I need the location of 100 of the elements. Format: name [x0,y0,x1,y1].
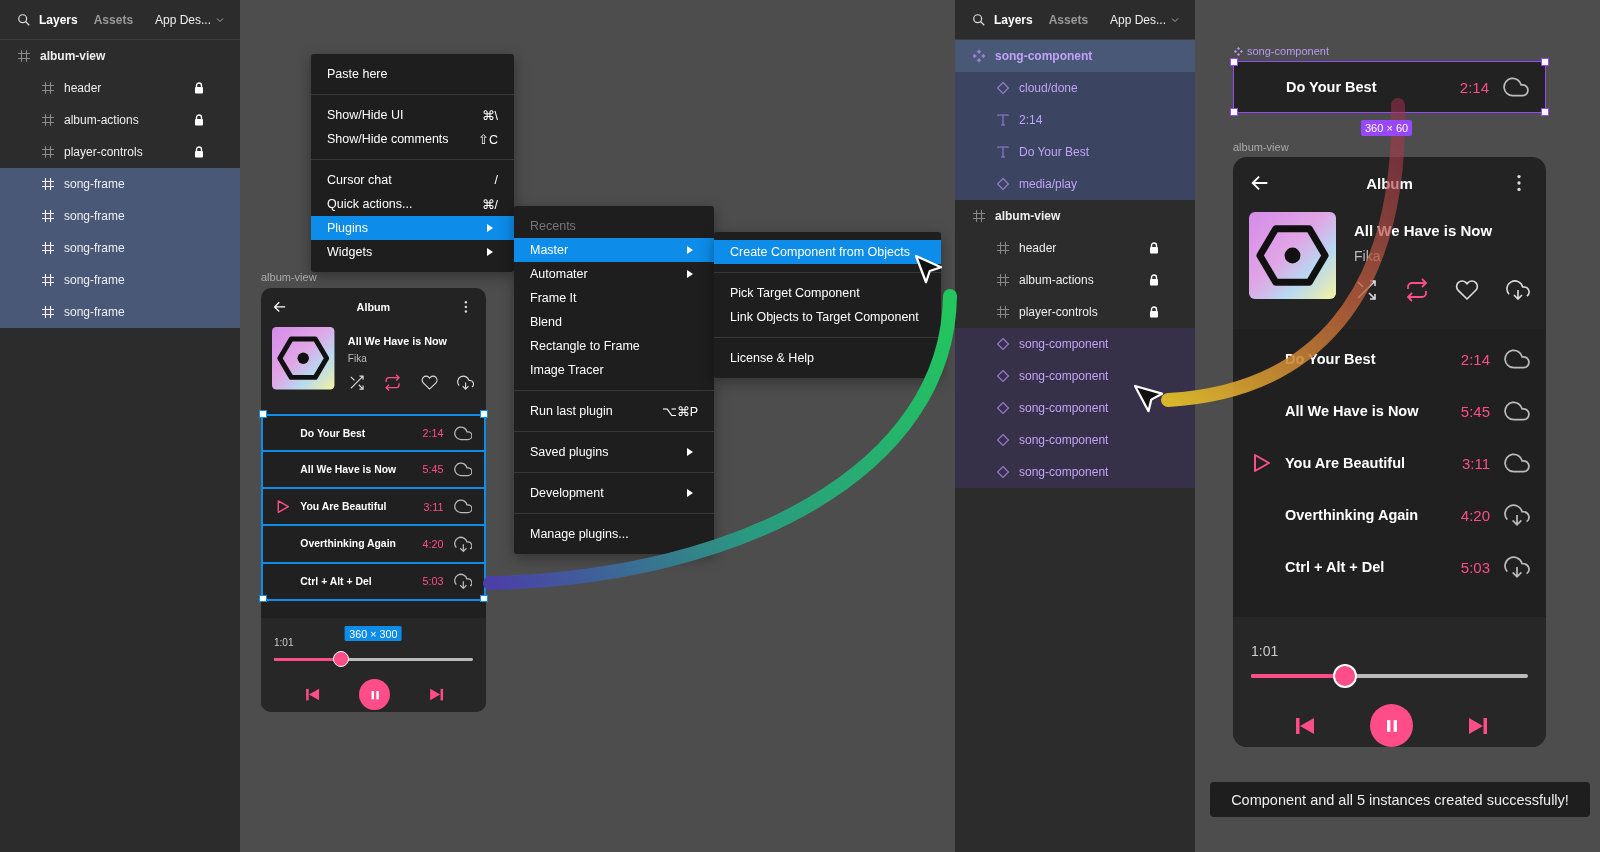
selection-handle[interactable] [1541,58,1549,66]
slider-thumb[interactable] [1333,664,1358,688]
cloud-download-icon[interactable] [1505,278,1530,302]
cloud-download-icon[interactable] [1504,554,1530,580]
layer-row[interactable]: 2:14 [955,104,1195,136]
repeat-icon[interactable] [1404,278,1429,302]
menu-item[interactable]: Frame It [514,286,714,310]
layer-row[interactable]: player-controls [0,136,240,168]
menu-item[interactable]: Create Component from Objects [714,240,941,264]
layer-row[interactable]: song-component [955,392,1195,424]
menu-item[interactable]: Master [514,238,714,262]
menu-item[interactable]: Quick actions... ⌘/ [311,192,514,216]
menu-item[interactable]: Cursor chat / [311,168,514,192]
song-row[interactable]: Ctrl + Alt + Del 5:03 [1233,541,1546,593]
song-row[interactable]: Do Your Best 2:14 [261,414,486,452]
song-row[interactable]: You Are Beautiful 3:11 [261,489,486,527]
seek-slider[interactable] [1251,664,1528,688]
menu-item[interactable]: Image Tracer [514,358,714,382]
selection-handle[interactable] [258,594,267,603]
menu-item[interactable]: Run last plugin ⌥⌘P [514,399,714,423]
search-icon[interactable] [972,12,986,27]
heart-icon[interactable] [1455,278,1480,302]
layer-row[interactable]: album-view [955,200,1195,232]
menu-item[interactable]: Automater [514,262,714,286]
frame-icon [995,304,1011,320]
layer-row[interactable]: song-frame [0,264,240,296]
layer-row[interactable]: Do Your Best [955,136,1195,168]
selection-handle[interactable] [480,594,488,603]
menu-item[interactable]: Manage plugins... [514,522,714,546]
menu-item[interactable]: Widgets [311,240,514,264]
layer-name: song-frame [64,209,125,223]
layer-row[interactable]: header [955,232,1195,264]
layer-name: song-component [1019,465,1109,479]
selection-handle[interactable] [258,410,267,418]
cloud-icon [1504,346,1530,372]
album-cover-drawing [272,327,335,390]
song-row[interactable]: All We Have is Now 5:45 [261,451,486,489]
frame-icon [40,144,56,160]
menu-item[interactable]: Paste here [311,62,514,86]
song-duration: 4:20 [422,538,444,550]
layer-row[interactable]: song-component [955,456,1195,488]
component-icon [971,48,987,64]
layer-name: header [1019,241,1057,255]
menu-item[interactable]: Link Objects to Target Component [714,305,941,329]
layer-row[interactable]: song-component [955,328,1195,360]
chevron-down-icon [216,15,224,24]
pause-button[interactable] [1370,704,1413,747]
size-badge: 360 × 300 [344,626,402,642]
panel-tab[interactable]: Assets [93,12,134,27]
file-menu[interactable]: App Des... [1109,12,1179,27]
menu-item[interactable]: Rectangle to Frame [514,334,714,358]
pause-button[interactable] [359,679,391,711]
layer-row[interactable]: cloud/done [955,72,1195,104]
diamond-icon [995,176,1011,192]
layer-row[interactable]: media/play [955,168,1195,200]
lock-icon[interactable] [194,82,204,94]
panel-tab[interactable]: Layers [994,12,1033,27]
search-icon[interactable] [17,12,31,27]
seek-slider[interactable] [273,650,473,668]
selection-handle[interactable] [480,410,488,418]
layer-row[interactable]: song-frame [0,200,240,232]
song-row[interactable]: Overthinking Again 4:20 [1233,489,1546,541]
album-title: All We Have is Now [1354,222,1494,239]
menu-item[interactable]: Development [514,481,714,505]
menu-item[interactable]: Plugins [311,216,514,240]
menu-item[interactable]: Blend [514,310,714,334]
layer-name: song-component [1019,369,1109,383]
song-row[interactable]: Overthinking Again 4:20 [261,526,486,564]
file-menu[interactable]: App Des... [154,12,224,27]
cloud-download-icon[interactable] [1504,502,1530,528]
layer-row[interactable]: album-actions [955,264,1195,296]
layer-row[interactable]: player-controls [955,296,1195,328]
song-row[interactable]: All We Have is Now 5:45 [1233,385,1546,437]
layer-row[interactable]: song-component [955,360,1195,392]
layer-row[interactable]: header [0,72,240,104]
menu-item[interactable]: Show/Hide UI ⌘\ [311,103,514,127]
menu-item[interactable]: License & Help [714,346,941,370]
lock-icon[interactable] [194,146,204,158]
lock-icon[interactable] [1149,242,1159,254]
selection-handle[interactable] [1541,108,1549,116]
lock-icon[interactable] [194,114,204,126]
layer-row[interactable]: album-actions [0,104,240,136]
panel-tab[interactable]: Assets [1048,12,1089,27]
song-row[interactable]: You Are Beautiful 3:11 [1233,437,1546,489]
layer-row[interactable]: album-view [0,40,240,72]
layer-row[interactable]: song-frame [0,168,240,200]
panel-tab[interactable]: Layers [39,12,78,27]
menu-item[interactable]: Show/Hide comments ⇧C [311,127,514,151]
slider-thumb[interactable] [332,650,350,668]
layer-name: song-component [995,49,1093,63]
layer-row[interactable]: song-frame [0,296,240,328]
selection-handle[interactable] [1230,58,1238,66]
layer-name: album-view [40,49,106,63]
layer-row[interactable]: song-frame [0,232,240,264]
selection-handle[interactable] [1230,108,1238,116]
menu-item[interactable]: Pick Target Component [714,281,941,305]
lock-icon[interactable] [1149,306,1159,318]
menu-item[interactable]: Saved plugins [514,440,714,464]
lock-icon[interactable] [1149,274,1159,286]
layer-row[interactable]: song-component [955,424,1195,456]
